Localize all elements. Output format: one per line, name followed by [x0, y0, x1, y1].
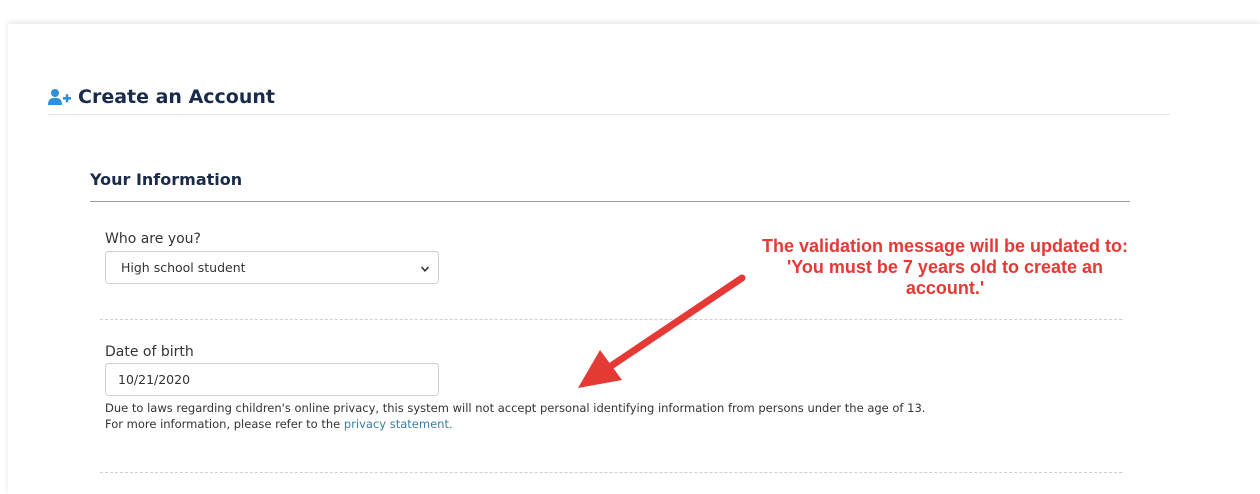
annotation-line-3: account.': [905, 278, 985, 298]
role-select-value: High school student: [121, 260, 246, 275]
privacy-help-more: For more information, please refer to th…: [105, 417, 453, 431]
field-divider-2: [100, 472, 1122, 473]
section-divider: [90, 201, 1130, 202]
title-divider: [48, 114, 1170, 115]
annotation-arrow-icon: [578, 274, 746, 388]
top-band: [0, 0, 1260, 22]
role-select[interactable]: High school student: [105, 251, 439, 284]
annotation-callout: The validation message will be updated t…: [700, 236, 1190, 299]
privacy-help-text: Due to laws regarding children's online …: [105, 401, 926, 415]
dob-input[interactable]: 10/21/2020: [105, 363, 439, 396]
add-user-icon: [48, 88, 72, 106]
page-title: Create an Account: [48, 86, 275, 108]
privacy-help-prefix: For more information, please refer to th…: [105, 417, 344, 431]
section-title: Your Information: [90, 170, 243, 189]
role-label: Who are you?: [105, 231, 201, 247]
annotation-line-1: The validation message will be updated t…: [761, 236, 1129, 256]
dob-label: Date of birth: [105, 344, 194, 360]
privacy-statement-link[interactable]: privacy statement.: [344, 417, 453, 431]
chevron-down-icon: [420, 262, 430, 277]
page-title-text: Create an Account: [78, 86, 275, 108]
annotation-line-2: 'You must be 7 years old to create an: [786, 257, 1104, 277]
dob-value: 10/21/2020: [118, 372, 191, 387]
